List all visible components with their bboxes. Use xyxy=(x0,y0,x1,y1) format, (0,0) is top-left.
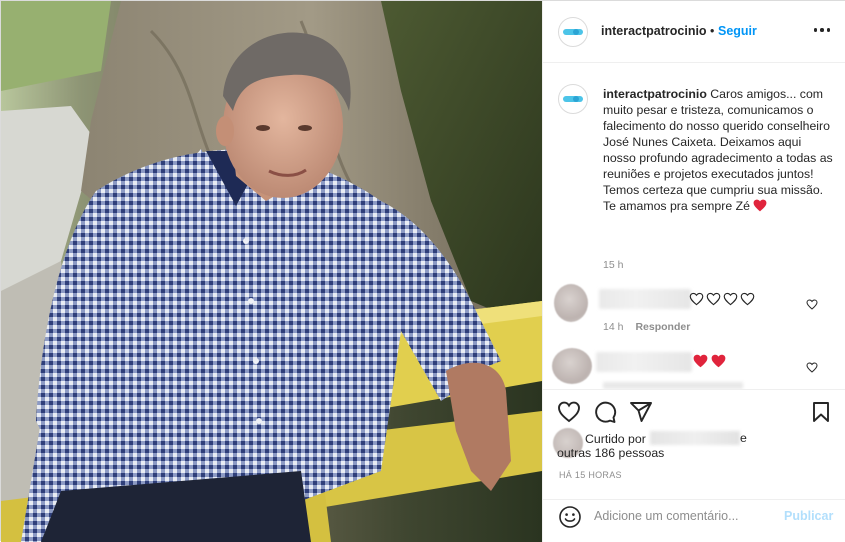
interact-logo-icon xyxy=(563,96,583,102)
username-link[interactable]: interactpatrocinio xyxy=(601,24,707,38)
blurred-comment-text xyxy=(599,289,691,309)
red-heart-icon xyxy=(711,354,726,368)
emoji-icon[interactable] xyxy=(558,505,582,529)
blurred-comment-text xyxy=(596,352,692,372)
comment-icon[interactable] xyxy=(593,400,617,424)
photo-illustration xyxy=(1,1,542,542)
red-hearts xyxy=(693,354,726,368)
share-icon[interactable] xyxy=(629,400,653,424)
liked-by-text: Curtido por xyxy=(585,431,646,447)
liked-by-suffix: e xyxy=(740,431,747,445)
caption-body: Caros amigos... com muito pesar e triste… xyxy=(603,87,833,213)
caption-time: 15 h xyxy=(603,259,624,271)
separator-dot: • xyxy=(710,24,715,38)
liked-by-prefix: Curtido por xyxy=(585,432,646,446)
post-photo[interactable] xyxy=(1,1,542,542)
post-header: interactpatrocinio • Seguir xyxy=(543,1,845,63)
clipped-comment-meta xyxy=(603,382,743,389)
comment-time: 14 h xyxy=(603,321,624,333)
heart-icon[interactable] xyxy=(557,400,581,424)
action-bar: Curtido por e outras 186 pessoas HÁ 15 H… xyxy=(543,389,845,499)
liked-by-row: Curtido por e outras 186 pessoas xyxy=(553,428,837,462)
white-hearts xyxy=(689,292,755,306)
bookmark-icon[interactable] xyxy=(809,400,833,424)
caption-username[interactable]: interactpatrocinio xyxy=(603,87,707,101)
white-heart-icon xyxy=(723,292,738,306)
white-heart-icon xyxy=(740,292,755,306)
profile-avatar[interactable] xyxy=(558,17,588,47)
interact-logo-icon xyxy=(563,29,583,35)
reply-button[interactable]: Responder xyxy=(635,321,690,333)
instagram-post-window: interactpatrocinio • Seguir interactpatr… xyxy=(0,0,845,542)
white-heart-icon xyxy=(706,292,721,306)
red-heart-icon xyxy=(693,354,708,368)
dot-icon xyxy=(820,28,824,32)
white-heart-icon xyxy=(689,292,704,306)
comment-like-heart-icon[interactable] xyxy=(806,362,818,373)
post-timestamp: HÁ 15 HORAS xyxy=(559,470,622,480)
likes-count-link[interactable]: outras 186 pessoas xyxy=(557,446,664,460)
add-comment-bar: Adicione um comentário... Publicar xyxy=(543,499,845,542)
comments-list[interactable]: interactpatrocinio Caros amigos... com m… xyxy=(543,63,845,389)
post-side-panel: interactpatrocinio • Seguir interactpatr… xyxy=(542,1,845,542)
dot-icon xyxy=(826,28,831,32)
commenter-avatar[interactable] xyxy=(552,348,592,384)
comment-like-heart-icon[interactable] xyxy=(806,299,818,310)
red-heart-icon xyxy=(753,199,767,212)
dot-icon xyxy=(813,28,818,32)
more-options-icon[interactable] xyxy=(809,20,835,40)
commenter-avatar[interactable] xyxy=(554,284,588,322)
comment-input[interactable]: Adicione um comentário... xyxy=(594,509,764,523)
caption-avatar[interactable] xyxy=(558,84,588,114)
comment-meta: 14 h Responder xyxy=(603,321,690,333)
caption-text: interactpatrocinio Caros amigos... com m… xyxy=(603,86,835,214)
publish-button[interactable]: Publicar xyxy=(784,509,833,523)
blurred-liker-name xyxy=(650,431,740,445)
follow-button[interactable]: Seguir xyxy=(718,24,757,38)
